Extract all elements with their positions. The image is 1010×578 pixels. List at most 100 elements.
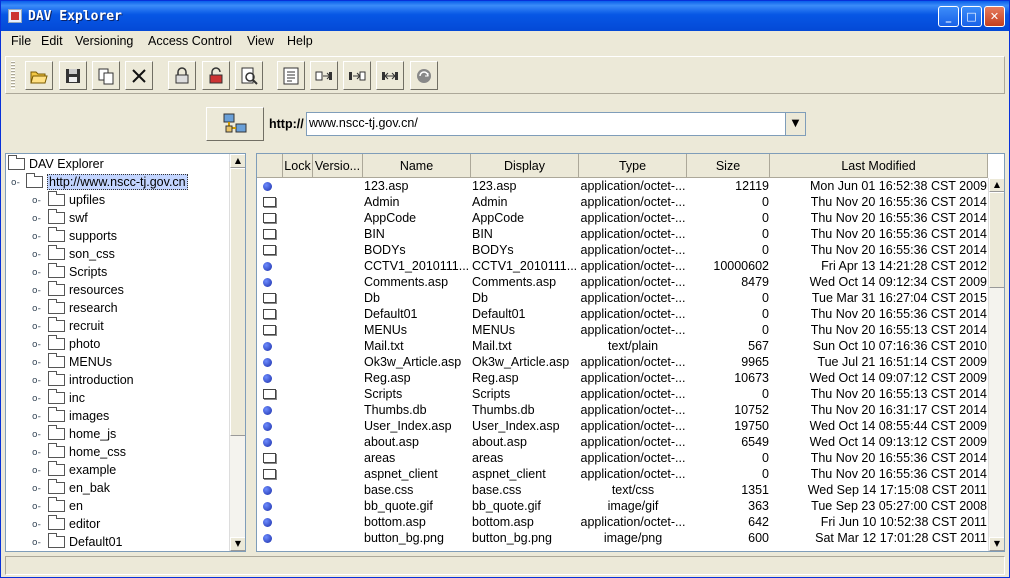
tree-item[interactable]: MENUs — [48, 352, 112, 371]
find-button[interactable] — [235, 61, 263, 90]
table-row[interactable]: Mail.txt Mail.txt text/plain 567 Sun Oct 10 … — [257, 338, 988, 354]
tree-item[interactable]: Default01 — [48, 532, 123, 551]
column-header-last-modified[interactable]: Last Modified — [770, 154, 988, 178]
table-row[interactable]: base.css base.css text/css 1351 Wed Sep 14 1… — [257, 482, 988, 498]
column-header-lock[interactable]: Lock — [283, 154, 313, 178]
collapsed-key-icon[interactable]: o- — [32, 484, 41, 494]
menu-file[interactable]: File — [11, 34, 31, 48]
file-table[interactable]: Lock Versio... Name Display Type Size La… — [256, 153, 1005, 552]
tree-item[interactable]: en — [48, 496, 83, 515]
save-button[interactable] — [59, 61, 87, 90]
tree-item[interactable]: Scripts — [48, 262, 107, 281]
collapsed-key-icon[interactable]: o- — [32, 538, 41, 548]
collapsed-key-icon[interactable]: o- — [32, 412, 41, 422]
table-row[interactable]: Comments.asp Comments.asp application/octe… — [257, 274, 988, 290]
refresh-button[interactable] — [410, 61, 438, 90]
open-button[interactable] — [25, 61, 53, 90]
split-pane-divider[interactable] — [246, 153, 255, 552]
tree-item[interactable]: editor — [48, 514, 100, 533]
collapsed-key-icon[interactable]: o- — [32, 214, 41, 224]
table-row[interactable]: BIN BIN application/octet-... 0 Thu Nov 20 1… — [257, 226, 988, 242]
lock-button[interactable] — [168, 61, 196, 90]
table-row[interactable]: bottom.asp bottom.asp application/octet-..… — [257, 514, 988, 530]
collapsed-key-icon[interactable]: o- — [32, 448, 41, 458]
tree-item[interactable]: introduction — [48, 370, 134, 389]
title-bar[interactable]: DAV Explorer _ □ ✕ — [1, 1, 1009, 31]
column-header-size[interactable]: Size — [687, 154, 770, 178]
tree-item[interactable]: photo — [48, 334, 100, 353]
collapsed-key-icon[interactable]: o- — [32, 304, 41, 314]
table-row[interactable]: bb_quote.gif bb_quote.gif image/gif 363 Tue … — [257, 498, 988, 514]
table-row[interactable]: Db Db application/octet-... 0 Tue Mar 31 16:… — [257, 290, 988, 306]
table-row[interactable]: Ok3w_Article.asp Ok3w_Article.asp applicat… — [257, 354, 988, 370]
directory-tree[interactable]: DAV Explorer o- http://www.nscc-tj.gov.c… — [5, 153, 246, 552]
move-button[interactable] — [376, 61, 404, 90]
scroll-down-icon[interactable]: ▼ — [989, 537, 1004, 551]
url-input[interactable]: www.nscc-tj.gov.cn/ — [306, 112, 786, 136]
menu-versioning[interactable]: Versioning — [75, 34, 133, 48]
collapsed-key-icon[interactable]: o- — [32, 466, 41, 476]
table-row[interactable]: CCTV1_2010111... CCTV1_2010111... applicat… — [257, 258, 988, 274]
table-row[interactable]: AppCode AppCode application/octet-... 0 Thu … — [257, 210, 988, 226]
collapsed-key-icon[interactable]: o- — [32, 376, 41, 386]
toolbar-grip[interactable] — [11, 61, 15, 89]
table-row[interactable]: MENUs MENUs application/octet-... 0 Thu Nov … — [257, 322, 988, 338]
column-header-display[interactable]: Display — [471, 154, 579, 178]
collapsed-key-icon[interactable]: o- — [32, 340, 41, 350]
table-row[interactable]: Default01 Default01 application/octet-... 0… — [257, 306, 988, 322]
table-row[interactable]: Admin Admin application/octet-... 0 Thu Nov … — [257, 194, 988, 210]
table-row[interactable]: about.asp about.asp application/octet-... 6… — [257, 434, 988, 450]
put-button[interactable] — [310, 61, 338, 90]
collapsed-key-icon[interactable]: o- — [32, 232, 41, 242]
table-row[interactable]: 123.asp 123.asp application/octet-... 12119… — [257, 178, 988, 194]
tree-item[interactable]: swf — [48, 208, 88, 227]
scroll-down-icon[interactable]: ▼ — [230, 537, 245, 551]
get-button[interactable] — [343, 61, 371, 90]
menu-access-control[interactable]: Access Control — [148, 34, 232, 48]
tree-item[interactable]: recruit — [48, 316, 104, 335]
tree-host[interactable]: http://www.nscc-tj.gov.cn — [26, 172, 188, 191]
tree-item[interactable]: upfiles — [48, 190, 105, 209]
column-header-name[interactable]: Name — [363, 154, 471, 178]
collapsed-key-icon[interactable]: o- — [32, 268, 41, 278]
copy-button[interactable] — [92, 61, 120, 90]
scroll-up-icon[interactable]: ▲ — [230, 154, 245, 168]
collapsed-key-icon[interactable]: o- — [32, 358, 41, 368]
tree-item[interactable]: en_bak — [48, 478, 110, 497]
cut-button[interactable] — [125, 61, 153, 90]
column-header-type[interactable]: Type — [579, 154, 687, 178]
tree-item[interactable]: images — [48, 406, 109, 425]
maximize-button[interactable]: □ — [961, 6, 982, 27]
menu-view[interactable]: View — [247, 34, 274, 48]
scroll-up-icon[interactable]: ▲ — [989, 178, 1004, 192]
collapsed-key-icon[interactable]: o- — [32, 394, 41, 404]
table-row[interactable]: BODYs BODYs application/octet-... 0 Thu Nov … — [257, 242, 988, 258]
collapsed-key-icon[interactable]: o- — [32, 430, 41, 440]
menu-help[interactable]: Help — [287, 34, 313, 48]
tree-scrollbar[interactable]: ▲ ▼ — [229, 154, 245, 551]
table-row[interactable]: Reg.asp Reg.asp application/octet-... 10673… — [257, 370, 988, 386]
collapsed-key-icon[interactable]: o- — [32, 196, 41, 206]
scroll-thumb[interactable] — [230, 168, 245, 436]
tree-item[interactable]: resources — [48, 280, 124, 299]
collapsed-key-icon[interactable]: o- — [32, 520, 41, 530]
tree-item[interactable]: son_css — [48, 244, 115, 263]
table-scrollbar[interactable]: ▲ ▼ — [988, 178, 1004, 551]
table-row[interactable]: Scripts Scripts application/octet-... 0 Thu … — [257, 386, 988, 402]
table-row[interactable]: Thumbs.db Thumbs.db application/octet-... 1… — [257, 402, 988, 418]
tree-item[interactable]: home_js — [48, 424, 116, 443]
url-dropdown-button[interactable]: ▼ — [786, 112, 806, 136]
table-row[interactable]: User_Index.asp User_Index.asp application/… — [257, 418, 988, 434]
tree-item[interactable]: supports — [48, 226, 117, 245]
collapsed-key-icon[interactable]: o- — [32, 286, 41, 296]
tree-item[interactable]: inc — [48, 388, 85, 407]
tree-item[interactable]: example — [48, 460, 116, 479]
tree-item[interactable]: home_css — [48, 442, 126, 461]
collapsed-key-icon[interactable]: o- — [32, 502, 41, 512]
table-row[interactable]: aspnet_client aspnet_client application/oc… — [257, 466, 988, 482]
collapsed-key-icon[interactable]: o- — [32, 322, 41, 332]
properties-button[interactable] — [277, 61, 305, 90]
minimize-button[interactable]: _ — [938, 6, 959, 27]
table-row[interactable]: areas areas application/octet-... 0 Thu Nov … — [257, 450, 988, 466]
collapsed-key-icon[interactable]: o- — [32, 250, 41, 260]
